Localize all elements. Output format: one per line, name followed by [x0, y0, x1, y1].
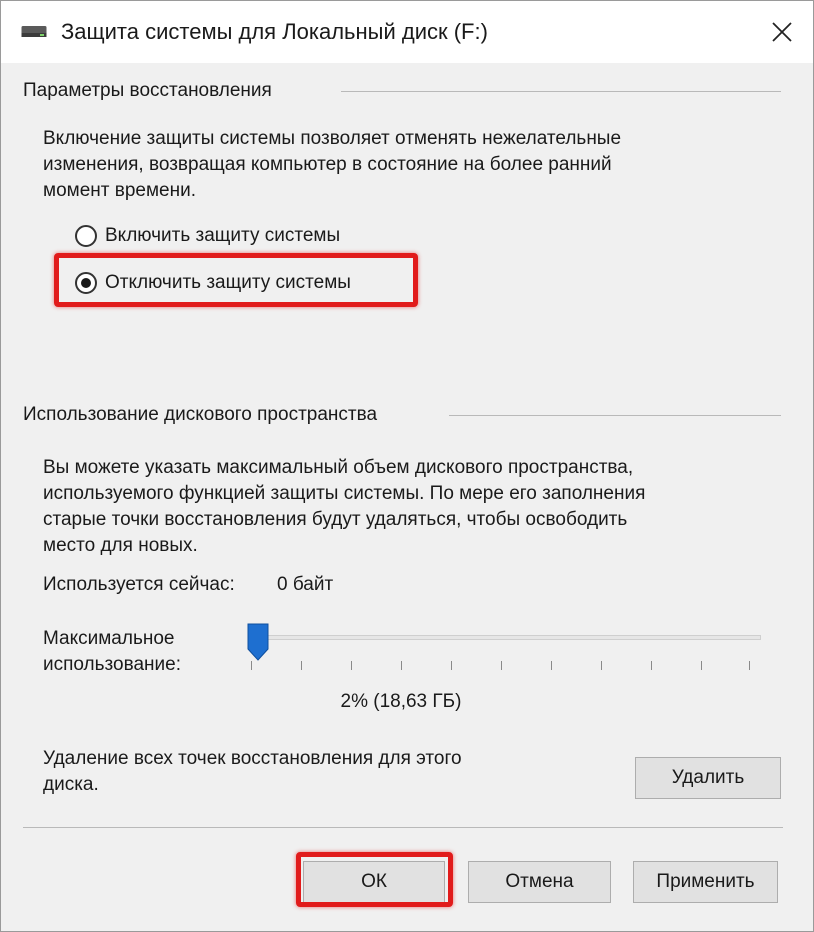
title-bar: Защита системы для Локальный диск (F:) — [1, 1, 813, 63]
slider-tick — [501, 661, 502, 670]
restore-group-divider — [341, 91, 781, 92]
disable-protection-highlight — [54, 253, 418, 307]
enable-protection-option[interactable]: Включить защиту системы — [75, 221, 340, 251]
restore-description-line-3: момент времени. — [43, 180, 196, 201]
delete-button[interactable]: Удалить — [635, 757, 781, 799]
slider-tick — [749, 661, 750, 670]
slider-tick — [401, 661, 402, 670]
enable-protection-radio[interactable] — [75, 225, 97, 247]
slider-tick — [351, 661, 352, 670]
max-usage-value: 2% (18,63 ГБ) — [340, 691, 462, 712]
disk-description-line-2: используемого функцией защиты системы. П… — [43, 483, 646, 504]
delete-description-line-1: Удаление всех точек восстановления для э… — [43, 748, 462, 769]
disk-group-title: Использование дискового пространства — [23, 402, 378, 428]
slider-tick — [651, 661, 652, 670]
slider-tick — [551, 661, 552, 670]
slider-tick — [301, 661, 302, 670]
close-button[interactable] — [753, 3, 811, 61]
max-usage-slider-track[interactable] — [249, 635, 761, 640]
max-usage-label-line-2: использование: — [43, 654, 182, 675]
window-title: Защита системы для Локальный диск (F:) — [61, 19, 488, 44]
restore-description-line-1: Включение защиты системы позволяет отмен… — [43, 128, 622, 149]
max-usage-slider-thumb[interactable] — [247, 623, 269, 661]
current-usage-value: 0 байт — [277, 574, 334, 595]
restore-group-title: Параметры восстановления — [23, 78, 272, 104]
drive-icon — [21, 26, 47, 37]
disk-group-divider — [449, 415, 781, 416]
slider-tick — [601, 661, 602, 670]
max-usage-label-line-1: Максимальное — [43, 628, 175, 649]
close-icon — [772, 22, 792, 42]
restore-description-line-2: изменения, возвращая компьютер в состоян… — [43, 154, 612, 175]
apply-button[interactable]: Применить — [633, 861, 778, 903]
footer-separator — [23, 827, 783, 828]
delete-description-line-2: диска. — [43, 774, 99, 795]
ok-button-highlight — [296, 852, 453, 907]
slider-tick — [251, 661, 252, 670]
enable-protection-label: Включить защиту системы — [105, 225, 341, 246]
slider-tick — [701, 661, 702, 670]
slider-tick — [451, 661, 452, 670]
system-protection-dialog: Защита системы для Локальный диск (F:) П… — [0, 0, 814, 932]
disk-description-line-4: место для новых. — [43, 535, 198, 556]
disk-description-line-3: старые точки восстановления будут удалят… — [43, 509, 628, 530]
disk-description-line-1: Вы можете указать максимальный объем дис… — [43, 457, 634, 478]
cancel-button[interactable]: Отмена — [468, 861, 611, 903]
current-usage-label: Используется сейчас: — [43, 574, 235, 595]
